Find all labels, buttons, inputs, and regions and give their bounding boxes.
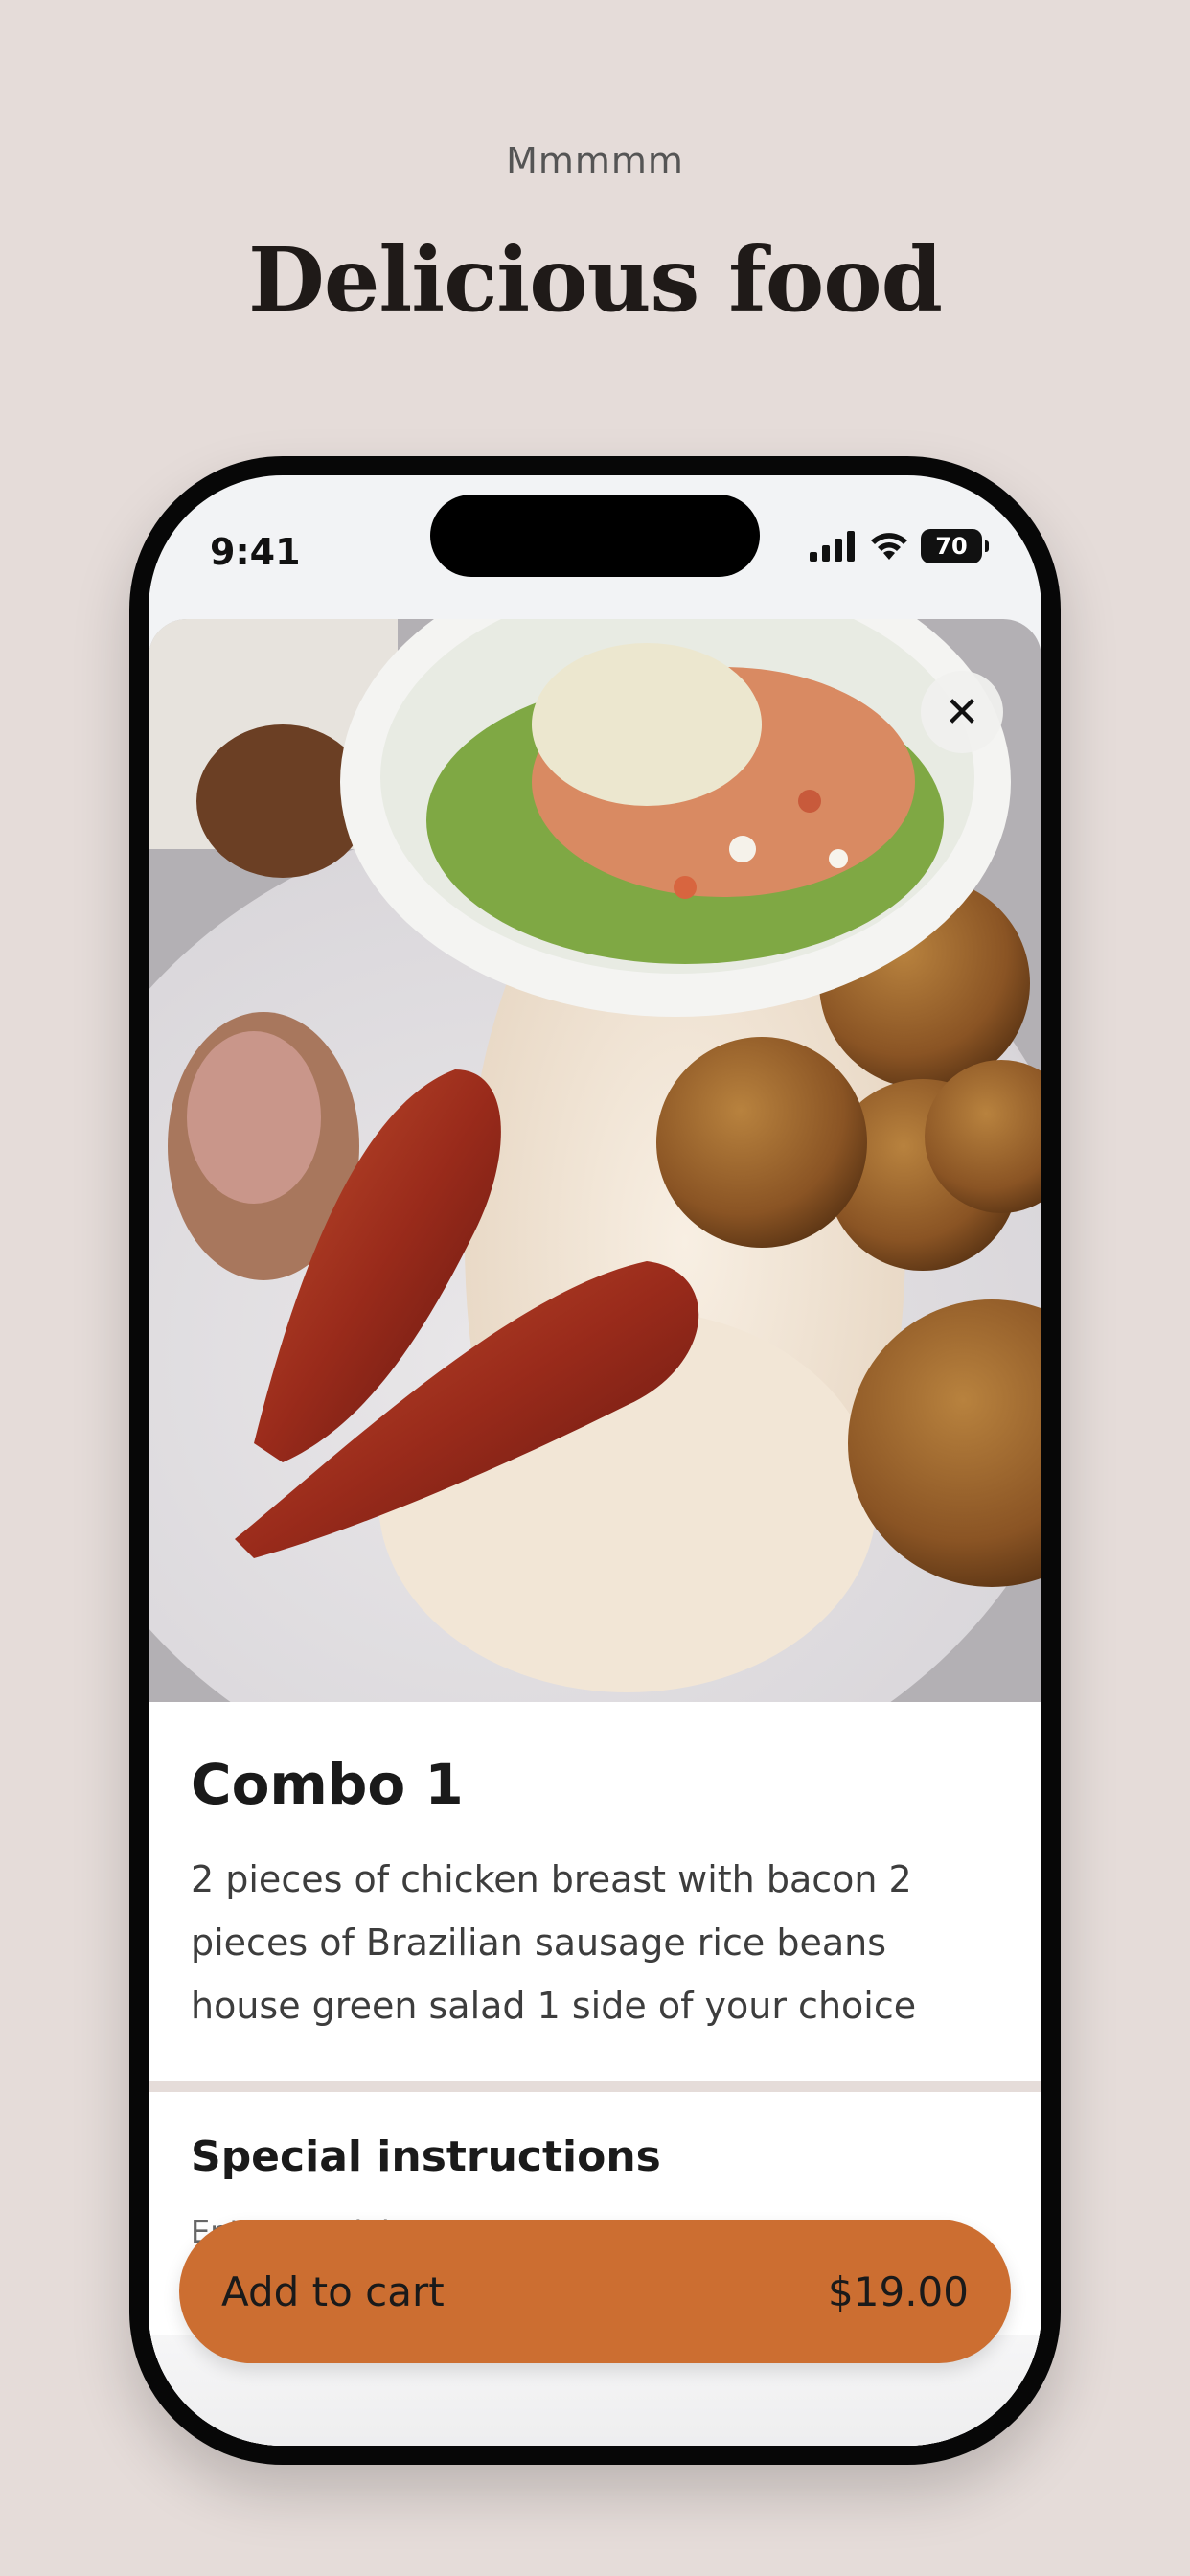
cart-price: $19.00 [828, 2267, 969, 2315]
wifi-icon [871, 533, 907, 560]
phone-screen: 9:41 70 ✕ Combo 1 2 pieces of chicken br… [149, 475, 1041, 2446]
item-title: Combo 1 [191, 1752, 464, 1817]
status-time: 9:41 [210, 531, 301, 573]
phone-frame: 9:41 70 ✕ Combo 1 2 pieces of chicken br… [129, 456, 1061, 2465]
item-description: 2 pieces of chicken breast with bacon 2 … [191, 1858, 917, 2027]
special-instructions-title: Special instructions [191, 2132, 661, 2181]
close-button[interactable]: ✕ [921, 671, 1003, 753]
page-headline: Delicious food [248, 228, 943, 332]
item-sheet: ✕ Combo 1 2 pieces of chicken breast wit… [149, 619, 1041, 2446]
eyebrow-text: Mmmmm [506, 140, 684, 182]
signal-icon [810, 531, 855, 562]
dynamic-island [430, 494, 760, 577]
add-to-cart-label: Add to cart [221, 2267, 445, 2315]
food-photo [149, 619, 1041, 1702]
close-icon: ✕ [944, 687, 980, 737]
status-icons: 70 [810, 527, 989, 565]
add-to-cart-button[interactable]: Add to cart $19.00 [179, 2220, 1011, 2363]
item-details: Combo 1 2 pieces of chicken breast with … [149, 1702, 1041, 2081]
battery-icon: 70 [921, 529, 989, 564]
status-bar: 9:41 70 [149, 475, 1041, 619]
section-divider [149, 2081, 1041, 2092]
